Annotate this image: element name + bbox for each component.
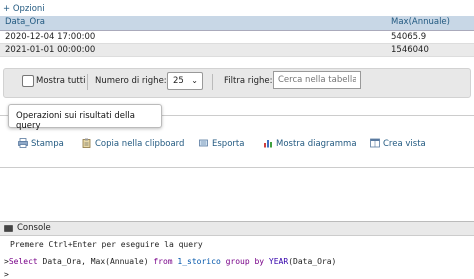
clipboard-icon xyxy=(82,138,91,148)
prompt-next[interactable]: > xyxy=(4,270,9,279)
cell-date: 2021-01-01 00:00:00 xyxy=(5,45,96,55)
keyword-group-by: group by xyxy=(225,257,265,266)
divider xyxy=(212,74,213,90)
show-chart-label: Mostra diagramma xyxy=(276,139,357,149)
export-icon xyxy=(199,139,208,147)
show-all-checkbox[interactable] xyxy=(22,75,34,87)
rows-select[interactable]: 25 ⌄ xyxy=(167,72,203,90)
chevron-down-icon: ⌄ xyxy=(191,76,198,85)
copy-label: Copia nella clipboard xyxy=(95,139,185,149)
query-columns: Data_Ora, Max(Annuale) xyxy=(37,257,154,266)
cell-value: 54065.9 xyxy=(391,32,427,42)
keyword-select: Select xyxy=(8,257,38,266)
cell-value: 1546040 xyxy=(391,45,429,55)
function-year: YEAR xyxy=(264,257,289,266)
export-button[interactable]: Esporta xyxy=(199,138,244,149)
console-icon xyxy=(4,225,13,232)
keyword-from: from xyxy=(153,257,173,266)
show-chart-button[interactable]: Mostra diagramma xyxy=(263,138,357,149)
operations-title-box: Operazioni sui risultati della query xyxy=(8,104,162,131)
console-title: Console xyxy=(17,223,51,233)
console-query[interactable]: >Select Data_Ora, Max(Annuale) from 1_st… xyxy=(4,257,336,266)
console-header[interactable]: Console xyxy=(0,221,474,236)
create-view-label: Crea vista xyxy=(383,139,426,149)
divider xyxy=(87,74,88,90)
print-label: Stampa xyxy=(31,139,64,149)
console-hint: Premere Ctrl+Enter per eseguire la query xyxy=(10,240,203,249)
divider xyxy=(0,167,474,168)
create-view-button[interactable]: Crea vista xyxy=(370,138,426,149)
view-icon xyxy=(370,138,380,148)
table-header: Data_Ora Max(Annuale) xyxy=(0,16,474,31)
column-max-annuale[interactable]: Max(Annuale) xyxy=(391,17,450,27)
rows-label: Numero di righe: xyxy=(95,76,167,86)
export-label: Esporta xyxy=(212,139,245,149)
copy-button[interactable]: Copia nella clipboard xyxy=(82,138,184,149)
printer-icon xyxy=(18,138,28,148)
column-data-ora[interactable]: Data_Ora xyxy=(5,17,45,27)
options-link[interactable]: + Opzioni xyxy=(3,4,45,14)
operations-title: Operazioni sui risultati della query xyxy=(16,111,135,131)
filter-label: Filtra righe: xyxy=(224,76,273,86)
query-arg: (Data_Ora) xyxy=(288,257,337,266)
table-row: 2020-12-04 17:00:00 54065.9 xyxy=(0,31,474,44)
search-input[interactable] xyxy=(273,71,361,89)
show-all-label[interactable]: Mostra tutti xyxy=(36,76,85,86)
print-button[interactable]: Stampa xyxy=(18,138,64,149)
rows-value: 25 xyxy=(173,76,184,86)
query-table: 1_storico xyxy=(172,257,226,266)
table-row: 2021-01-01 00:00:00 1546040 xyxy=(0,44,474,57)
bar-chart-icon xyxy=(264,140,272,148)
cell-date: 2020-12-04 17:00:00 xyxy=(5,32,96,42)
